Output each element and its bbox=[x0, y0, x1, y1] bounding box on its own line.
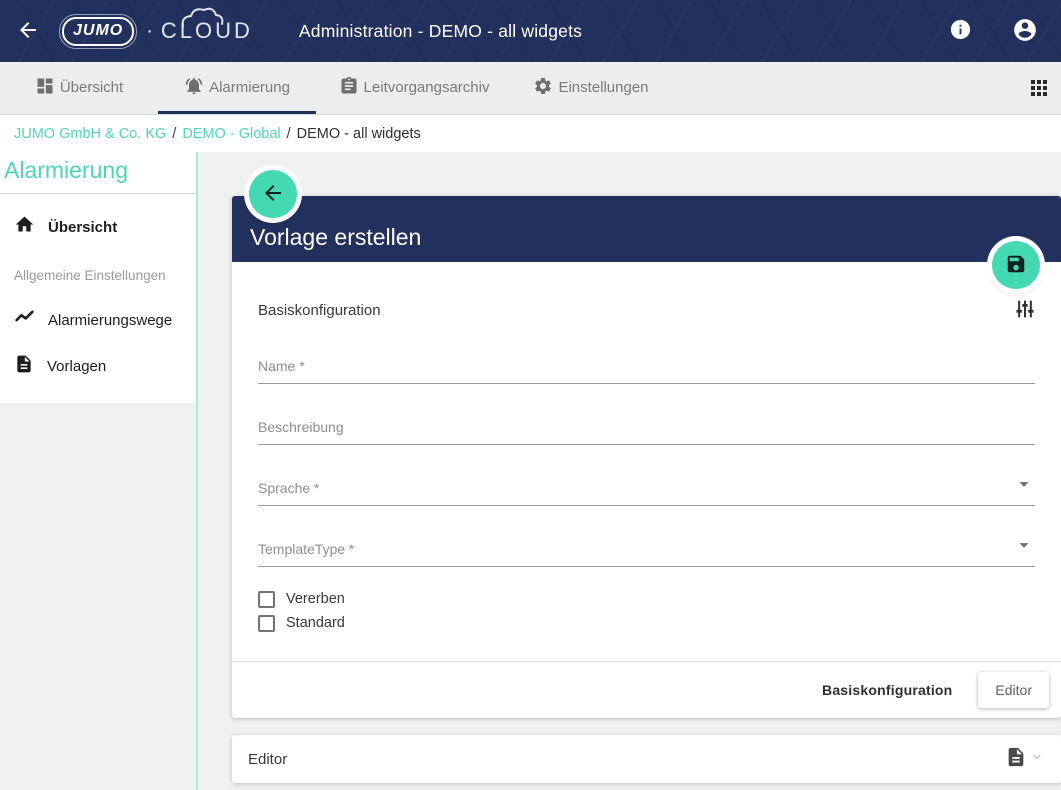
app-window: JUMO · CLOUD Administration - DEMO - all… bbox=[0, 0, 1061, 790]
name-field bbox=[258, 354, 1035, 384]
checkbox-standard[interactable]: Standard bbox=[258, 611, 1035, 635]
jumo-logo-text: JUMO bbox=[73, 22, 123, 39]
form-card-title: Vorlage erstellen bbox=[250, 224, 421, 251]
tab-label: Einstellungen bbox=[558, 79, 648, 96]
tab-alarmierung[interactable]: Alarmierung bbox=[158, 62, 316, 114]
chart-line-icon bbox=[14, 307, 35, 333]
templatetype-field bbox=[258, 537, 1035, 567]
arrow-left-icon bbox=[261, 181, 285, 208]
main-panel: Vorlage erstellen Basiskonfiguration bbox=[232, 196, 1061, 783]
sidebar-title: Alarmierung bbox=[0, 152, 196, 193]
back-fab-button[interactable] bbox=[249, 170, 297, 218]
page-content: JUMO GmbH & Co. KG / DEMO - Global / DEM… bbox=[0, 115, 1061, 790]
form-card-body: Basiskonfiguration bbox=[232, 262, 1061, 635]
checkbox-label: Standard bbox=[286, 615, 345, 631]
jumo-cloud-logo: JUMO · CLOUD bbox=[62, 17, 253, 46]
beschreibung-field bbox=[258, 415, 1035, 445]
sprache-select[interactable] bbox=[258, 476, 1035, 506]
editor-card-title: Editor bbox=[248, 751, 287, 768]
account-button[interactable] bbox=[1012, 17, 1038, 46]
home-icon bbox=[14, 214, 35, 240]
name-input[interactable] bbox=[258, 354, 1035, 384]
document-icon bbox=[14, 354, 34, 379]
breadcrumb-separator: / bbox=[172, 126, 176, 142]
templatetype-select[interactable] bbox=[258, 537, 1035, 567]
breadcrumb-link-company[interactable]: JUMO GmbH & Co. KG bbox=[14, 126, 166, 142]
sidebar-item-label: Vorlagen bbox=[47, 358, 106, 375]
account-icon bbox=[1012, 17, 1038, 46]
sprache-field bbox=[258, 476, 1035, 506]
apps-grid-icon bbox=[1027, 76, 1051, 103]
breadcrumb-current: DEMO - all widgets bbox=[297, 126, 421, 142]
jumo-logo-pill: JUMO bbox=[62, 17, 134, 46]
form-card-header: Vorlage erstellen bbox=[232, 196, 1061, 262]
beschreibung-input[interactable] bbox=[258, 415, 1035, 445]
sidebar-item-label: Übersicht bbox=[48, 219, 117, 236]
section-title: Basiskonfiguration bbox=[258, 302, 381, 319]
sidebar-item-uebersicht[interactable]: Übersicht bbox=[0, 204, 196, 250]
tab-label: Übersicht bbox=[60, 79, 123, 96]
tab-label: Leitvorgangsarchiv bbox=[364, 79, 490, 96]
sidebar-item-alarmierungswege[interactable]: Alarmierungswege bbox=[0, 297, 196, 343]
page-title: Administration - DEMO - all widgets bbox=[299, 21, 582, 42]
breadcrumb-separator: / bbox=[287, 126, 291, 142]
arrow-left-icon bbox=[16, 18, 40, 45]
tab-leitvorgangsarchiv[interactable]: Leitvorgangsarchiv bbox=[316, 62, 512, 114]
save-icon bbox=[1005, 253, 1027, 278]
editor-button[interactable]: Editor bbox=[978, 672, 1049, 708]
form-card: Vorlage erstellen Basiskonfiguration bbox=[232, 196, 1061, 718]
main-tab-bar: Übersicht Alarmierung Leitvorgangsarchiv… bbox=[0, 62, 1061, 115]
tune-button[interactable] bbox=[1015, 298, 1035, 323]
basiskonfiguration-button[interactable]: Basiskonfiguration bbox=[822, 682, 952, 698]
vertical-divider bbox=[196, 152, 198, 790]
clipboard-icon bbox=[339, 76, 359, 100]
editor-document-icon bbox=[1005, 746, 1027, 773]
tab-uebersicht[interactable]: Übersicht bbox=[0, 62, 158, 114]
bell-icon bbox=[184, 76, 204, 100]
logo-separator: · bbox=[146, 20, 153, 43]
checkbox-label: Vererben bbox=[286, 591, 345, 607]
sidebar: Alarmierung Übersicht Allgemeine Einstel… bbox=[0, 152, 196, 403]
checkbox-vererben[interactable]: Vererben bbox=[258, 587, 1035, 611]
top-app-bar: JUMO · CLOUD Administration - DEMO - all… bbox=[0, 0, 1061, 62]
form-card-footer: Basiskonfiguration Editor bbox=[232, 661, 1061, 718]
dashboard-icon bbox=[35, 76, 55, 100]
checkbox-box[interactable] bbox=[258, 615, 275, 632]
save-fab-button[interactable] bbox=[992, 241, 1040, 289]
sidebar-item-label: Alarmierungswege bbox=[48, 312, 172, 329]
cloud-logo-text: CLOUD bbox=[161, 18, 253, 44]
back-button[interactable] bbox=[16, 18, 40, 45]
sidebar-item-vorlagen[interactable]: Vorlagen bbox=[0, 343, 196, 389]
cloud-icon bbox=[177, 4, 247, 30]
sidebar-divider bbox=[0, 193, 196, 194]
chevron-down-icon bbox=[1029, 749, 1045, 770]
checkbox-box[interactable] bbox=[258, 591, 275, 608]
editor-card[interactable]: Editor bbox=[232, 735, 1061, 783]
sidebar-section-label: Allgemeine Einstellungen bbox=[0, 250, 196, 297]
info-button[interactable] bbox=[949, 18, 972, 44]
apps-grid-button[interactable] bbox=[1027, 76, 1051, 103]
gear-icon bbox=[533, 76, 553, 100]
tab-einstellungen[interactable]: Einstellungen bbox=[512, 62, 670, 114]
breadcrumb: JUMO GmbH & Co. KG / DEMO - Global / DEM… bbox=[0, 115, 1061, 152]
tune-sliders-icon bbox=[1015, 298, 1035, 323]
tab-label: Alarmierung bbox=[209, 79, 290, 96]
breadcrumb-link-demo-global[interactable]: DEMO - Global bbox=[182, 126, 280, 142]
info-icon bbox=[949, 18, 972, 44]
